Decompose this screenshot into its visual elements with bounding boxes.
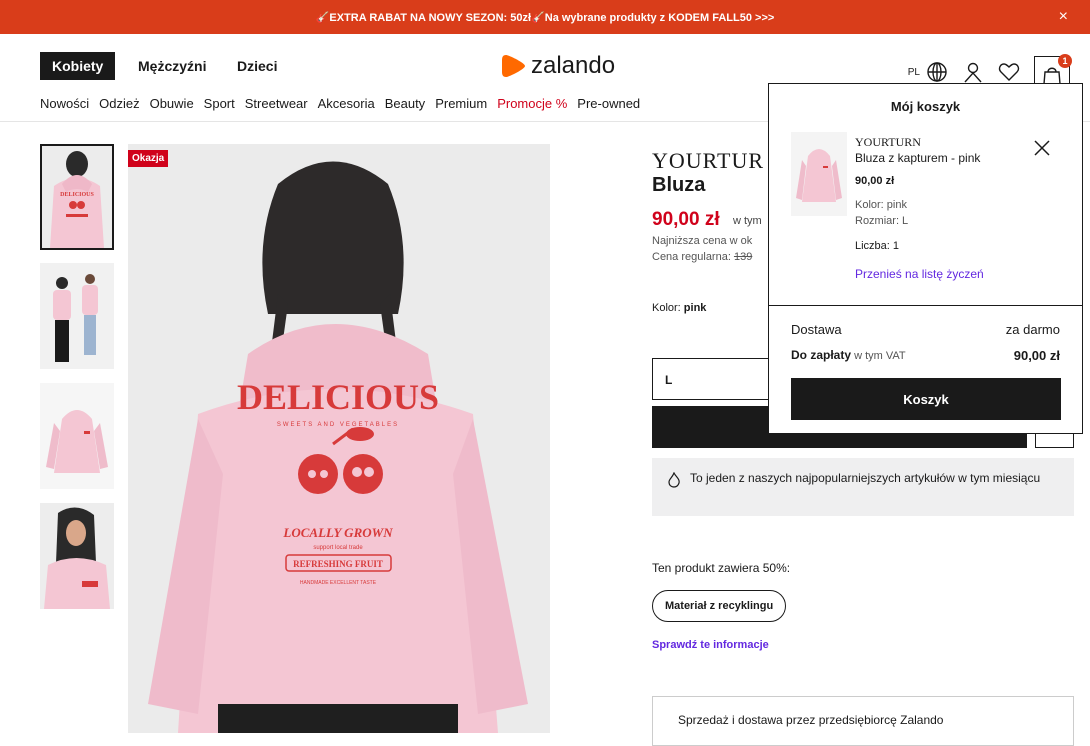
product-brand[interactable]: YOURTUR	[652, 148, 764, 174]
logo-text: zalando	[531, 52, 616, 79]
svg-text:DELICIOUS: DELICIOUS	[60, 192, 94, 198]
check-info-link[interactable]: Sprawdź te informacje	[652, 639, 769, 651]
materials-note: Ten produkt zawiera 50%:	[652, 561, 791, 575]
promo-text[interactable]: 🎸EXTRA RABAT NA NOWY SEZON: 50zł🎸Na wybr…	[316, 11, 775, 24]
product-price: 90,00 zł	[652, 209, 720, 230]
heart-icon[interactable]	[998, 61, 1020, 83]
cat-new[interactable]: Nowości	[40, 96, 89, 111]
top-navigation: Kobiety Mężczyźni Dzieci zalando PL 1	[0, 34, 1090, 92]
popular-info-box: To jeden z naszych najpopularniejszych a…	[652, 458, 1074, 516]
print-support: support local trade	[313, 545, 363, 551]
promo-close-icon[interactable]: ×	[1059, 8, 1068, 26]
cart-item-brand: YOURTURN	[855, 135, 921, 149]
deal-badge: Okazja	[128, 150, 169, 167]
promo-banner[interactable]: 🎸EXTRA RABAT NA NOWY SEZON: 50zł🎸Na wybr…	[0, 0, 1090, 34]
seller-info: Sprzedaż i dostawa przez przedsiębiorcę …	[652, 696, 1074, 746]
print-locally-grown: LOCALLY GROWN	[282, 525, 393, 540]
thumbnail-2[interactable]	[40, 263, 114, 369]
language-label[interactable]: PL	[908, 67, 920, 78]
main-product-image[interactable]: DELICIOUS SWEETS AND VEGETABLES LOCALLY …	[128, 144, 550, 733]
cart-item-price: 90,00 zł	[855, 175, 895, 187]
cat-accessories[interactable]: Akcesoria	[318, 96, 375, 111]
thumbnail-model-front-image	[40, 503, 114, 609]
thumbnail-hoodie-front-image	[40, 383, 114, 489]
zalando-logo[interactable]: zalando	[501, 52, 615, 80]
color-label: Kolor:	[652, 302, 684, 314]
category-navigation: Nowości Odzież Obuwie Sport Streetwear A…	[40, 96, 640, 111]
thumbnail-4[interactable]	[40, 503, 114, 609]
cart-item-thumbnail[interactable]	[791, 132, 847, 216]
cat-premium[interactable]: Premium	[435, 96, 487, 111]
product-title: Bluza	[652, 174, 706, 196]
go-to-cart-button[interactable]: Koszyk	[791, 378, 1061, 420]
remove-item-close-icon[interactable]	[1033, 139, 1051, 157]
cat-sport[interactable]: Sport	[204, 96, 235, 111]
total-label: Do zapłaty w tym VAT	[791, 348, 906, 362]
color-value: pink	[683, 302, 707, 314]
cat-promotions[interactable]: Promocje %	[497, 96, 567, 111]
thumbnail-1[interactable]: DELICIOUS	[40, 144, 114, 250]
cart-item-quantity: Liczba: 1	[855, 240, 900, 252]
regular-price-value: 139	[733, 251, 753, 263]
thumbnail-hoodie-back-image: DELICIOUS	[42, 146, 112, 248]
print-refreshing-fruit: REFRESHING FRUIT	[293, 559, 383, 569]
popular-text: To jeden z naszych najpopularniejszych a…	[690, 471, 1041, 485]
cat-shoes[interactable]: Obuwie	[150, 96, 194, 111]
thumbnail-3[interactable]	[40, 383, 114, 489]
cat-streetwear[interactable]: Streetwear	[245, 96, 308, 111]
cart-hoodie-image	[791, 132, 847, 216]
flame-icon	[668, 472, 680, 488]
lowest-price-note: Najniższa cena w ok	[652, 235, 753, 247]
cart-count-badge: 1	[1058, 54, 1072, 68]
hoodie-back-image: DELICIOUS SWEETS AND VEGETABLES LOCALLY …	[128, 144, 550, 733]
regular-price-label: Cena regularna:	[652, 251, 734, 263]
cart-item-name[interactable]: Bluza z kapturem - pink	[855, 151, 980, 165]
globe-icon[interactable]	[926, 61, 948, 83]
total-value: 90,00 zł	[1013, 348, 1060, 363]
mini-cart-title: Mój koszyk	[890, 99, 961, 114]
shipping-label: Dostawa	[791, 322, 842, 337]
cart-divider	[769, 305, 1082, 306]
user-icon[interactable]	[962, 61, 984, 83]
thumbnail-two-models-image	[40, 263, 114, 369]
recycled-material-chip[interactable]: Materiał z recyklingu	[652, 590, 787, 622]
print-headline: DELICIOUS	[237, 377, 439, 417]
color-info: Kolor: pink	[652, 302, 706, 314]
print-small-text: HANDMADE EXCELLENT TASTE	[300, 580, 377, 586]
cart-item-color: Kolor: pink	[855, 199, 907, 211]
shipping-value: za darmo	[1005, 322, 1060, 337]
cat-beauty[interactable]: Beauty	[385, 96, 425, 111]
cat-preowned[interactable]: Pre-owned	[577, 96, 640, 111]
move-to-wishlist-link[interactable]: Przenieś na listę życzeń	[855, 267, 984, 281]
cat-clothing[interactable]: Odzież	[99, 96, 139, 111]
print-arc-text: SWEETS AND VEGETABLES	[277, 422, 399, 428]
regular-price: Cena regularna: 139	[652, 251, 752, 263]
mini-cart-dropdown: Mój koszyk YOURTURN Bluza z kapturem - p…	[768, 83, 1083, 434]
total-label-text: Do zapłaty	[791, 348, 852, 362]
nav-kids[interactable]: Dzieci	[237, 52, 277, 80]
nav-women[interactable]: Kobiety	[40, 52, 116, 80]
cart-item-size: Rozmiar: L	[855, 215, 909, 227]
total-vat-note: w tym VAT	[851, 350, 906, 362]
nav-men[interactable]: Mężczyźni	[138, 52, 206, 80]
zalando-logo-icon	[502, 55, 525, 77]
price-vat-note: w tym	[733, 215, 762, 227]
